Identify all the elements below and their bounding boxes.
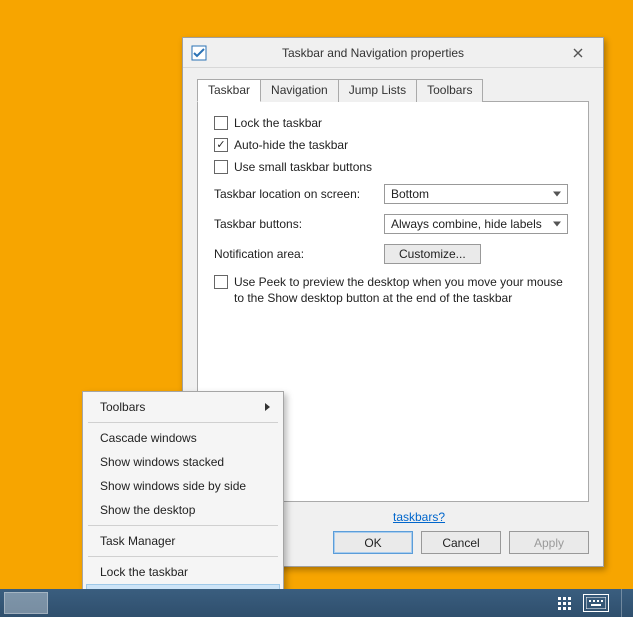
taskbar-left: [0, 592, 48, 614]
menu-item-toolbars[interactable]: Toolbars: [86, 395, 280, 419]
menu-label: Task Manager: [100, 534, 175, 548]
menu-label: Toolbars: [100, 400, 145, 414]
menu-separator: [88, 525, 278, 526]
label-lock-taskbar: Lock the taskbar: [234, 116, 322, 130]
menu-separator: [88, 422, 278, 423]
menu-item-sidebyside[interactable]: Show windows side by side: [86, 474, 280, 498]
label-small-buttons: Use small taskbar buttons: [234, 160, 372, 174]
show-desktop-button[interactable]: [621, 589, 627, 617]
label-taskbar-location: Taskbar location on screen:: [214, 187, 384, 201]
menu-label: Lock the taskbar: [100, 565, 188, 579]
help-link-text: taskbars?: [393, 510, 445, 524]
titlebar[interactable]: Taskbar and Navigation properties: [183, 38, 603, 68]
close-button[interactable]: [555, 41, 600, 65]
taskbar-item[interactable]: [4, 592, 48, 614]
checkbox-peek[interactable]: [214, 275, 228, 289]
menu-label: Cascade windows: [100, 431, 197, 445]
label-notification-area: Notification area:: [214, 247, 384, 261]
checkbox-small-buttons[interactable]: [214, 160, 228, 174]
customize-button[interactable]: Customize...: [384, 244, 481, 264]
select-taskbar-location[interactable]: Bottom: [384, 184, 568, 204]
dialog-buttons: OK Cancel Apply: [333, 531, 589, 554]
dialog-title: Taskbar and Navigation properties: [215, 46, 555, 60]
tab-strip: Taskbar Navigation Jump Lists Toolbars: [197, 78, 589, 102]
help-link[interactable]: taskbars?: [393, 510, 445, 524]
menu-label: Show windows side by side: [100, 479, 246, 493]
select-taskbar-buttons[interactable]: Always combine, hide labels: [384, 214, 568, 234]
menu-item-lock-taskbar[interactable]: Lock the taskbar: [86, 560, 280, 584]
menu-item-stacked[interactable]: Show windows stacked: [86, 450, 280, 474]
menu-label: Show windows stacked: [100, 455, 224, 469]
menu-item-show-desktop[interactable]: Show the desktop: [86, 498, 280, 522]
tab-navigation[interactable]: Navigation: [260, 79, 339, 102]
tab-taskbar[interactable]: Taskbar: [197, 79, 261, 102]
checkbox-lock-taskbar[interactable]: [214, 116, 228, 130]
taskbar-tray: [558, 589, 633, 617]
cancel-button[interactable]: Cancel: [421, 531, 501, 554]
checkbox-autohide-taskbar[interactable]: [214, 138, 228, 152]
menu-item-task-manager[interactable]: Task Manager: [86, 529, 280, 553]
label-peek: Use Peek to preview the desktop when you…: [234, 274, 572, 306]
tab-toolbars[interactable]: Toolbars: [416, 79, 483, 102]
menu-separator: [88, 556, 278, 557]
app-icon: [191, 45, 207, 61]
label-taskbar-buttons: Taskbar buttons:: [214, 217, 384, 231]
label-autohide-taskbar: Auto-hide the taskbar: [234, 138, 348, 152]
taskbar-context-menu: Toolbars Cascade windows Show windows st…: [82, 391, 284, 612]
menu-label: Show the desktop: [100, 503, 195, 517]
keyboard-icon[interactable]: [583, 594, 609, 612]
submenu-arrow-icon: [265, 403, 270, 411]
taskbar[interactable]: [0, 589, 633, 617]
menu-item-cascade[interactable]: Cascade windows: [86, 426, 280, 450]
apply-button[interactable]: Apply: [509, 531, 589, 554]
tray-apps-icon[interactable]: [558, 597, 571, 610]
tab-jump-lists[interactable]: Jump Lists: [338, 79, 417, 102]
ok-button[interactable]: OK: [333, 531, 413, 554]
